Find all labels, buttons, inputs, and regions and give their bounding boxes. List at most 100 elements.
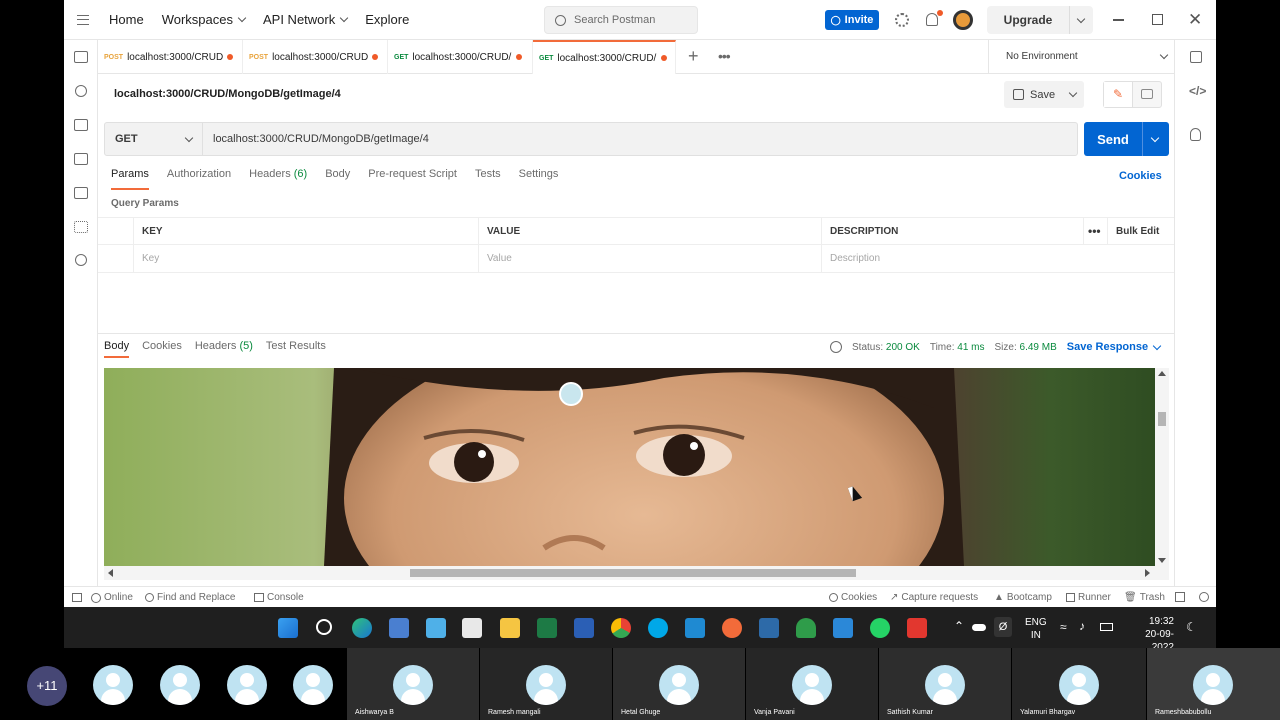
edge-icon[interactable] xyxy=(352,618,372,638)
tab-settings[interactable]: Settings xyxy=(519,168,559,190)
save-button[interactable]: Save xyxy=(1004,81,1084,108)
maximize-button[interactable] xyxy=(1152,14,1163,25)
history-icon[interactable] xyxy=(75,254,87,266)
bulk-edit-button[interactable]: Bulk Edit xyxy=(1108,217,1174,245)
search-icon[interactable] xyxy=(316,619,332,635)
size-group[interactable]: Size: 6.49 MB xyxy=(995,342,1057,353)
windows-start-icon[interactable] xyxy=(278,618,298,638)
scroll-thumb[interactable] xyxy=(1158,412,1166,426)
participant-tile[interactable]: Hetal Ghuge xyxy=(613,648,745,720)
tab-headers[interactable]: Headers (6) xyxy=(249,168,307,190)
minimize-button[interactable] xyxy=(1113,19,1124,21)
wifi-icon[interactable]: ≈ xyxy=(1060,620,1067,634)
remote-desktop-icon[interactable] xyxy=(389,618,409,638)
onedrive-icon[interactable] xyxy=(972,624,986,631)
participant-avatar[interactable] xyxy=(93,665,133,705)
participant-avatar[interactable] xyxy=(293,665,333,705)
chevron-down-icon[interactable] xyxy=(1076,14,1086,23)
participant-tile[interactable]: Sathish Kumar xyxy=(879,648,1011,720)
more-tabs-icon[interactable]: ••• xyxy=(718,48,731,64)
scroll-left-icon[interactable] xyxy=(108,569,113,577)
layout-icon[interactable] xyxy=(1175,592,1185,602)
close-icon[interactable]: ✕ xyxy=(1188,10,1202,30)
comments-icon[interactable] xyxy=(1141,89,1153,99)
environments-icon[interactable] xyxy=(74,119,88,131)
tab-params[interactable]: Params xyxy=(111,168,149,190)
nav-home[interactable]: Home xyxy=(109,12,144,27)
menu-icon[interactable] xyxy=(77,14,89,25)
avatar[interactable] xyxy=(953,10,973,30)
url-input[interactable]: localhost:3000/CRUD/MongoDB/getImage/4 xyxy=(203,133,429,145)
response-tab-headers[interactable]: Headers (5) xyxy=(195,340,253,358)
collections-icon[interactable] xyxy=(74,51,88,63)
bootcamp-button[interactable]: ▲ Bootcamp xyxy=(994,592,1052,603)
find-replace-button[interactable]: Find and Replace xyxy=(145,592,235,603)
response-tab-cookies[interactable]: Cookies xyxy=(142,340,182,358)
code-icon[interactable]: </> xyxy=(1189,84,1206,98)
paint-icon[interactable] xyxy=(462,618,482,638)
more-options-icon[interactable]: ••• xyxy=(1084,217,1108,245)
participant-tile[interactable]: Ramesh mangali xyxy=(480,648,612,720)
vscode-icon[interactable] xyxy=(685,618,705,638)
description-input[interactable]: Description xyxy=(822,245,1174,273)
participant-tile[interactable]: Yalamuri Bhargav xyxy=(1012,648,1146,720)
request-tab[interactable]: GET localhost:3000/CRUD/I xyxy=(388,40,533,74)
cookies-button[interactable]: Cookies xyxy=(829,592,877,603)
flows-icon[interactable] xyxy=(74,221,88,233)
notepad-icon[interactable] xyxy=(426,618,446,638)
participant-tile[interactable]: Vanja Pavani xyxy=(746,648,878,720)
notification-icon[interactable] xyxy=(926,13,938,26)
request-tab[interactable]: POST localhost:3000/CRUD xyxy=(243,40,388,74)
scroll-down-icon[interactable] xyxy=(1158,558,1166,563)
nav-explore[interactable]: Explore xyxy=(365,12,409,27)
word-icon[interactable] xyxy=(574,618,594,638)
mongodb-compass-icon[interactable] xyxy=(796,618,816,638)
volume-icon[interactable]: ♪ xyxy=(1079,619,1085,633)
participant-avatar[interactable] xyxy=(160,665,200,705)
notification-center-icon[interactable]: ☾ xyxy=(1186,620,1197,634)
chevron-down-icon[interactable] xyxy=(1068,88,1078,98)
capture-requests-button[interactable]: ↗ Capture requests xyxy=(890,592,978,603)
response-tab-body[interactable]: Body xyxy=(104,340,130,358)
nav-api-network[interactable]: API Network xyxy=(263,12,349,27)
scroll-thumb[interactable] xyxy=(410,569,856,577)
participant-tile[interactable]: Rameshbabubollu xyxy=(1147,648,1280,720)
request-tab[interactable]: POST localhost:3000/CRUD xyxy=(98,40,243,74)
whatsapp-icon[interactable] xyxy=(870,618,890,638)
settings-icon[interactable] xyxy=(895,13,909,27)
more-participants-badge[interactable]: +11 xyxy=(27,666,67,706)
media-player-icon[interactable] xyxy=(833,618,853,638)
tab-body[interactable]: Body xyxy=(325,168,350,190)
value-input[interactable]: Value xyxy=(479,245,822,273)
request-tab-active[interactable]: GET localhost:3000/CRUD/I xyxy=(533,40,676,74)
trash-button[interactable]: 🗑 Trash xyxy=(1124,592,1165,603)
tab-pre-request-script[interactable]: Pre-request Script xyxy=(368,168,457,190)
battery-icon[interactable] xyxy=(1100,623,1113,631)
mic-muted-icon[interactable]: Ø xyxy=(994,617,1012,637)
apis-icon[interactable] xyxy=(75,85,87,97)
edit-icon[interactable]: ✎ xyxy=(1104,82,1133,107)
search-input[interactable]: Search Postman xyxy=(544,6,698,34)
tab-authorization[interactable]: Authorization xyxy=(167,168,231,190)
scroll-right-icon[interactable] xyxy=(1145,569,1150,577)
chevron-down-icon[interactable] xyxy=(1150,133,1160,142)
save-response-button[interactable]: Save Response xyxy=(1067,341,1162,353)
globe-icon[interactable] xyxy=(830,341,842,353)
monitors-icon[interactable] xyxy=(74,187,88,199)
excel-icon[interactable] xyxy=(537,618,557,638)
pane-divider[interactable] xyxy=(98,333,1174,334)
chrome-icon[interactable] xyxy=(611,618,631,638)
file-explorer-icon[interactable] xyxy=(500,618,520,638)
response-tab-test-results[interactable]: Test Results xyxy=(266,340,326,358)
status-group[interactable]: Status: 200 OK xyxy=(852,342,920,353)
tray-chevron-icon[interactable]: ⌃ xyxy=(954,619,964,633)
toggle-sidebar-icon[interactable] xyxy=(72,593,82,602)
cookies-link[interactable]: Cookies xyxy=(1119,170,1162,182)
send-button[interactable]: Send xyxy=(1084,122,1169,156)
mock-servers-icon[interactable] xyxy=(74,153,88,165)
postman-icon[interactable] xyxy=(722,618,742,638)
upgrade-button[interactable]: Upgrade xyxy=(987,6,1093,34)
time-group[interactable]: Time: 41 ms xyxy=(930,342,985,353)
anydesk-icon[interactable] xyxy=(907,618,927,638)
nav-workspaces[interactable]: Workspaces xyxy=(162,12,247,27)
